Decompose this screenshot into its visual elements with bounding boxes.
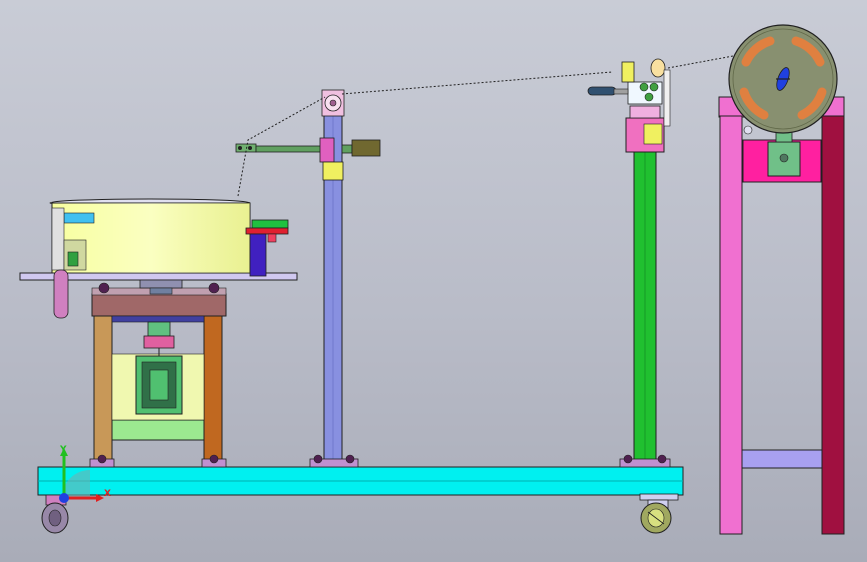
wire-spool[interactable]	[728, 24, 838, 135]
wire-feed-head[interactable]	[587, 58, 671, 153]
right-column[interactable]	[619, 149, 671, 468]
x-axis-label: X	[104, 489, 111, 499]
assembly-drawing[interactable]: Y X	[0, 0, 867, 562]
right-tub-bracket[interactable]	[245, 219, 289, 277]
cad-viewport[interactable]: Y X	[0, 0, 867, 562]
base-beam[interactable]	[37, 466, 684, 501]
right-caster-wheel[interactable]	[640, 499, 672, 534]
drive-motor[interactable]	[135, 321, 183, 415]
spool-stand[interactable]	[718, 96, 845, 535]
z-axis-dot	[59, 493, 69, 503]
tension-arm[interactable]	[235, 137, 381, 181]
y-axis-label: Y	[59, 445, 67, 455]
